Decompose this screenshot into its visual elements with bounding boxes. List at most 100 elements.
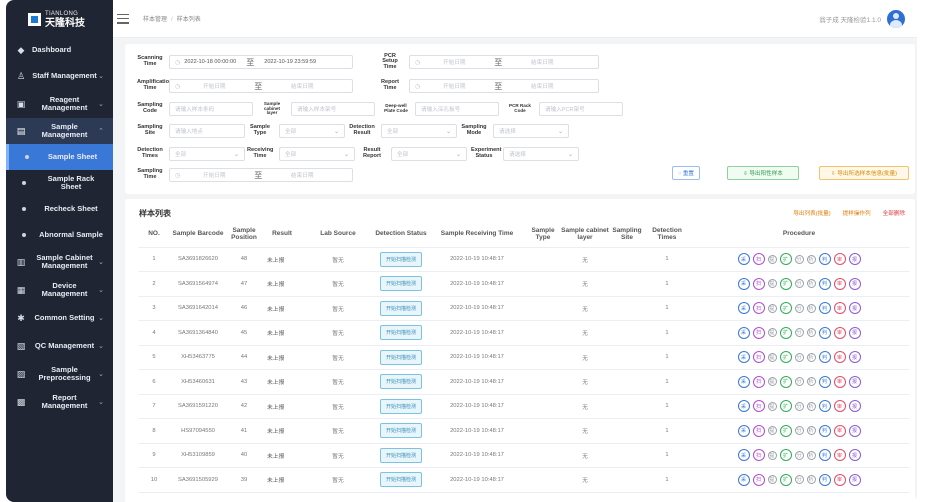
sidebar-item-sample-preprocessing[interactable]: ▨ Sample Preprocessing ⌄: [6, 360, 113, 388]
menu-toggle-icon[interactable]: [117, 13, 129, 24]
result-report-select[interactable]: 全部 ⌄: [391, 147, 467, 161]
procedure-step-icon[interactable]: 提: [767, 303, 777, 313]
procedure-step-icon[interactable]: 提: [767, 254, 777, 264]
procedure-step-icon[interactable]: 审: [833, 351, 846, 364]
sidebar-item-sample-rack-sheet[interactable]: Sample Rack Sheet: [6, 170, 113, 196]
procedure-step-icon[interactable]: 审: [833, 400, 846, 413]
table-row[interactable]: 2 SA3691564974 47 未上报 暂无 开始扫描检测 2022-10-19 10:…: [139, 271, 909, 297]
start-scan-detection-button[interactable]: 开始扫描检测: [379, 349, 422, 365]
procedure-step-icon[interactable]: 扫: [752, 473, 765, 486]
sample-type-select[interactable]: 全部 ⌄: [279, 124, 345, 138]
procedure-step-icon[interactable]: 报: [848, 424, 861, 437]
procedure-step-icon[interactable]: 审: [833, 473, 846, 486]
procedure-step-icon[interactable]: 提: [767, 450, 777, 460]
procedure-step-icon[interactable]: 扩: [779, 375, 792, 388]
sidebar-item-device-management[interactable]: ▦ Device Management ⌄: [6, 276, 113, 304]
sidebar-item-common-setting[interactable]: ✱ Common Setting ⌄: [6, 304, 113, 332]
scanning-time-range[interactable]: ◷ 2022-10-18 00:00:00 至 2022-10-19 23:59…: [169, 55, 353, 69]
procedure-step-icon[interactable]: 提: [767, 279, 777, 289]
procedure-step-icon[interactable]: 析: [806, 426, 816, 436]
sidebar-item-sample-management[interactable]: ▤ Sample Management ⌃: [6, 118, 113, 144]
procedure-step-icon[interactable]: 析: [806, 450, 816, 460]
export-list-link[interactable]: 导出列表(批量): [793, 209, 830, 217]
table-row[interactable]: 3 SA3691642014 46 未上报 暂无 开始扫描检测 2022-10-19 10:…: [139, 296, 909, 321]
procedure-step-icon[interactable]: 审: [833, 326, 846, 339]
start-scan-detection-button[interactable]: 开始扫描检测: [379, 300, 422, 316]
procedure-step-icon[interactable]: 审: [833, 277, 846, 290]
sidebar-item-qc-management[interactable]: ▧ QC Management ⌄: [6, 332, 113, 360]
procedure-step-icon[interactable]: 分: [794, 475, 804, 485]
start-scan-detection-button[interactable]: 开始扫描检测: [379, 251, 422, 267]
procedure-step-icon[interactable]: 判: [818, 375, 831, 388]
table-row[interactable]: 7 SA3691591220 42 未上报 暂无 开始扫描检测 2022-10-19 10:…: [139, 394, 909, 419]
reset-button[interactable]: ◌ 重置: [672, 166, 700, 180]
table-row[interactable]: 10 SA3691505929 39 未上报 暂无 开始扫描检测 2022-10-19 10…: [139, 467, 909, 493]
procedure-step-icon[interactable]: 析: [806, 279, 816, 289]
procedure-step-icon[interactable]: 判: [818, 277, 831, 290]
table-row[interactable]: 1 SA3691826620 48 未上报 暂无 开始扫描检测 2022-10-19 10:…: [139, 247, 909, 272]
procedure-step-icon[interactable]: 扫: [752, 302, 765, 315]
start-scan-detection-button[interactable]: 开始扫描检测: [379, 276, 422, 292]
sidebar-item-recheck-sheet[interactable]: Recheck Sheet: [6, 196, 113, 222]
procedure-step-icon[interactable]: 采: [737, 375, 750, 388]
procedure-step-icon[interactable]: 提: [767, 352, 777, 362]
procedure-step-icon[interactable]: 扩: [779, 400, 792, 413]
report-time-range[interactable]: ◷ 开始日期 至 结束日期: [409, 79, 599, 93]
procedure-step-icon[interactable]: 采: [737, 473, 750, 486]
procedure-step-icon[interactable]: 扩: [779, 473, 792, 486]
pcr-rack-code-input[interactable]: 请输入PCR架号: [539, 102, 623, 116]
procedure-step-icon[interactable]: 采: [737, 424, 750, 437]
operation-column-link[interactable]: 提样操作列: [843, 209, 871, 217]
procedure-step-icon[interactable]: 判: [818, 302, 831, 315]
procedure-step-icon[interactable]: 审: [833, 449, 846, 462]
procedure-step-icon[interactable]: 报: [848, 351, 861, 364]
procedure-step-icon[interactable]: 分: [794, 401, 804, 411]
procedure-step-icon[interactable]: 判: [818, 400, 831, 413]
procedure-step-icon[interactable]: 提: [767, 377, 777, 387]
procedure-step-icon[interactable]: 提: [767, 401, 777, 411]
procedure-step-icon[interactable]: 析: [806, 303, 816, 313]
deep-well-plate-code-input[interactable]: 请输入深孔板号: [415, 102, 499, 116]
procedure-step-icon[interactable]: 报: [848, 277, 861, 290]
sidebar-item-sample-sheet[interactable]: Sample Sheet: [6, 144, 113, 170]
avatar[interactable]: [887, 9, 905, 28]
procedure-step-icon[interactable]: 采: [737, 277, 750, 290]
start-scan-detection-button[interactable]: 开始扫描检测: [379, 423, 422, 439]
procedure-step-icon[interactable]: 扫: [752, 449, 765, 462]
procedure-step-icon[interactable]: 析: [806, 352, 816, 362]
procedure-step-icon[interactable]: 分: [794, 279, 804, 289]
procedure-step-icon[interactable]: 判: [818, 253, 831, 266]
sidebar-item-abnormal-sample[interactable]: Abnormal Sample: [6, 222, 113, 248]
sampling-mode-select[interactable]: 请选择 ⌄: [493, 124, 569, 138]
procedure-step-icon[interactable]: 析: [806, 254, 816, 264]
procedure-step-icon[interactable]: 采: [737, 400, 750, 413]
receiving-time-select[interactable]: 全部 ⌄: [279, 147, 355, 161]
procedure-step-icon[interactable]: 析: [806, 475, 816, 485]
procedure-step-icon[interactable]: 析: [806, 377, 816, 387]
procedure-step-icon[interactable]: 报: [848, 302, 861, 315]
procedure-step-icon[interactable]: 扩: [779, 351, 792, 364]
procedure-step-icon[interactable]: 提: [767, 328, 777, 338]
procedure-step-icon[interactable]: 扩: [779, 326, 792, 339]
procedure-step-icon[interactable]: 扫: [752, 351, 765, 364]
sidebar-item-staff-management[interactable]: ♙ Staff Management ⌄: [6, 62, 113, 90]
sample-cabinet-layer-input[interactable]: 请输入样本架号: [291, 102, 375, 116]
procedure-step-icon[interactable]: 报: [848, 449, 861, 462]
export-positive-button[interactable]: ⇩ 导出阳性样本: [727, 166, 799, 180]
procedure-step-icon[interactable]: 判: [818, 473, 831, 486]
procedure-step-icon[interactable]: 分: [794, 328, 804, 338]
table-row[interactable]: 4 SA3691364840 45 未上报 暂无 开始扫描检测 2022-10-19 10:…: [139, 320, 909, 346]
procedure-step-icon[interactable]: 判: [818, 351, 831, 364]
breadcrumb-item[interactable]: 样本管理: [143, 17, 167, 23]
procedure-step-icon[interactable]: 扩: [779, 424, 792, 437]
procedure-step-icon[interactable]: 扫: [752, 375, 765, 388]
procedure-step-icon[interactable]: 审: [833, 302, 846, 315]
procedure-step-icon[interactable]: 提: [767, 475, 777, 485]
procedure-step-icon[interactable]: 判: [818, 449, 831, 462]
table-row[interactable]: 9 XH53109859 40 未上报 暂无 开始扫描检测 2022-10-19 10:48…: [139, 443, 909, 468]
procedure-step-icon[interactable]: 分: [794, 377, 804, 387]
table-row[interactable]: 5 XH53463775 44 未上报 暂无 开始扫描检测 2022-10-19 10:48…: [139, 345, 909, 370]
procedure-step-icon[interactable]: 审: [833, 375, 846, 388]
start-scan-detection-button[interactable]: 开始扫描检测: [379, 472, 422, 488]
procedure-step-icon[interactable]: 判: [818, 424, 831, 437]
